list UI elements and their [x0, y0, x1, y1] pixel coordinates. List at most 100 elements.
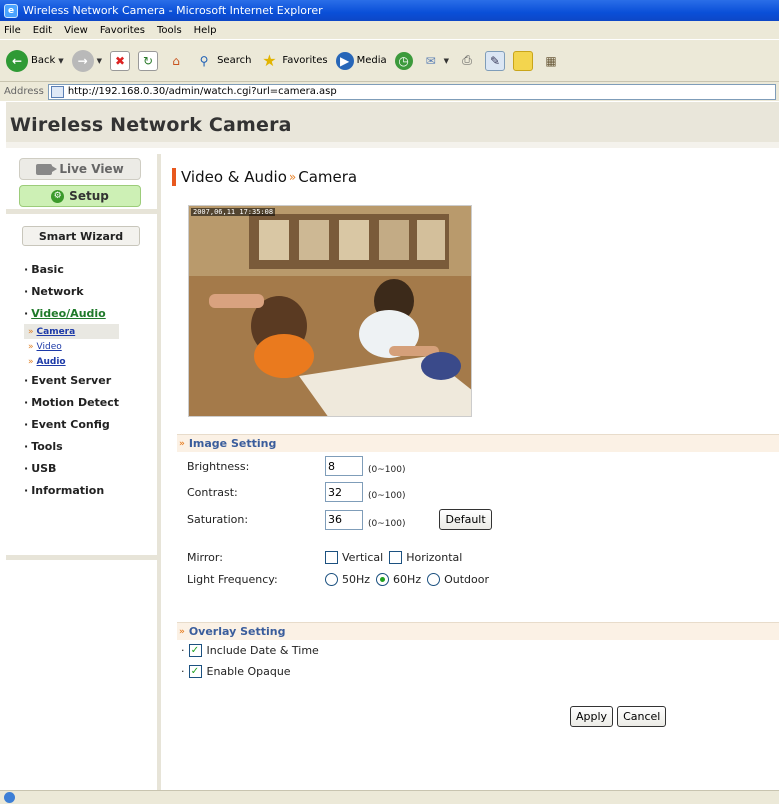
light-50hz-radio[interactable]	[325, 573, 338, 586]
contrast-input[interactable]	[325, 482, 363, 502]
image-setting-section-header: » Image Setting	[177, 434, 779, 452]
history-icon: ◷	[394, 51, 413, 70]
media-button[interactable]: ▶ Media	[335, 51, 387, 70]
enable-opaque-checkbox[interactable]: ✓	[188, 665, 202, 678]
address-bar: Address http://192.168.0.30/admin/watch.…	[0, 81, 779, 101]
sidebar-subitem-audio[interactable]: » Audio	[24, 354, 119, 369]
light-frequency-row: Light Frequency: 50Hz 60Hz Outdoor	[187, 573, 495, 586]
mirror-horizontal-checkbox[interactable]	[389, 551, 403, 564]
saturation-row: Saturation: (0~100) Default	[187, 509, 492, 530]
title-accent-bar	[172, 168, 176, 186]
brightness-input[interactable]	[325, 456, 363, 476]
smart-wizard-button[interactable]: Smart Wizard	[22, 226, 140, 246]
brightness-label: Brightness:	[187, 459, 250, 473]
sidebar-item-network[interactable]: · Network	[24, 280, 157, 302]
home-button[interactable]: ⌂	[166, 51, 186, 71]
search-button[interactable]: ⚲ Search	[194, 51, 252, 71]
messenger-icon: ▦	[545, 53, 557, 68]
refresh-icon: ↻	[138, 50, 159, 71]
menu-help[interactable]: Help	[194, 25, 217, 36]
main-panel: Video & Audio » Camera 2007,06,11 17:35:…	[165, 154, 779, 790]
home-icon: ⌂	[172, 53, 180, 68]
enable-opaque-row: · ✓ Enable Opaque	[181, 665, 291, 678]
brightness-row: Brightness: (0~100)	[187, 456, 405, 476]
page-header: Wireless Network Camera	[6, 102, 779, 148]
apply-button[interactable]: Apply	[570, 706, 614, 727]
mirror-vertical-option[interactable]: Vertical	[325, 551, 383, 564]
address-input[interactable]: http://192.168.0.30/admin/watch.cgi?url=…	[47, 83, 776, 100]
sidebar-subitem-video[interactable]: » Video	[24, 339, 119, 354]
section-arrow-icon: »	[179, 626, 185, 637]
saturation-input[interactable]	[325, 509, 363, 530]
saturation-range: (0~100)	[368, 518, 406, 529]
mail-dropdown-icon[interactable]: ▼	[444, 57, 449, 65]
section-arrow-icon: »	[179, 438, 185, 449]
menu-view[interactable]: View	[64, 25, 88, 36]
breadcrumb-separator-icon: »	[288, 170, 297, 184]
video-camera-icon	[36, 163, 58, 175]
discuss-button[interactable]	[513, 50, 534, 71]
window-title: Wireless Network Camera - Microsoft Inte…	[23, 4, 323, 17]
refresh-button[interactable]: ↻	[138, 50, 159, 71]
sidebar-item-basic[interactable]: · Basic	[24, 258, 157, 280]
forward-button[interactable]: → ▼	[71, 49, 102, 72]
sidebar-divider	[6, 555, 161, 560]
light-outdoor-option[interactable]: Outdoor	[427, 573, 489, 586]
menu-file[interactable]: File	[4, 25, 21, 36]
sidebar-item-information[interactable]: · Information	[24, 479, 157, 501]
page-header-title: Wireless Network Camera	[10, 114, 292, 136]
media-icon: ▶	[335, 51, 354, 70]
sidebar-item-event-config[interactable]: · Event Config	[24, 413, 157, 435]
stop-button[interactable]: ✖	[110, 50, 131, 71]
contrast-row: Contrast: (0~100)	[187, 482, 405, 502]
sidebar-item-usb[interactable]: · USB	[24, 457, 157, 479]
print-icon: ⎙	[462, 53, 472, 67]
messenger-button[interactable]: ▦	[541, 51, 561, 71]
light-outdoor-radio[interactable]	[427, 573, 441, 586]
back-arrow-icon: ←	[6, 49, 28, 72]
include-datetime-checkbox[interactable]: ✓	[188, 644, 202, 657]
mirror-row: Mirror: Vertical Horizontal	[187, 551, 468, 564]
default-button[interactable]: Default	[439, 509, 492, 530]
edit-button[interactable]: ✎	[485, 50, 506, 71]
window-titlebar: e Wireless Network Camera - Microsoft In…	[0, 0, 779, 21]
sidebar-subitem-camera[interactable]: » Camera	[24, 324, 119, 339]
menu-edit[interactable]: Edit	[33, 25, 52, 36]
mirror-vertical-checkbox[interactable]	[325, 551, 338, 564]
page-content: Wireless Network Camera Live View ⚙ Setu…	[6, 102, 779, 790]
enable-opaque-label: Enable Opaque	[206, 665, 291, 678]
search-icon: ⚲	[199, 53, 209, 68]
mail-button[interactable]: ✉ ▼	[421, 51, 449, 71]
setup-button[interactable]: ⚙ Setup	[19, 185, 141, 207]
address-label: Address	[4, 86, 44, 97]
live-view-button[interactable]: Live View	[19, 158, 141, 180]
include-datetime-row: · ✓ Include Date & Time	[181, 644, 319, 657]
sidebar-item-event-server[interactable]: · Event Server	[24, 369, 157, 391]
ie-icon: e	[4, 3, 18, 18]
sidebar-nav: · Basic · Network · Video/Audio » Camera » Vi…	[24, 258, 157, 501]
light-frequency-label: Light Frequency:	[187, 573, 278, 586]
sidebar-item-tools[interactable]: · Tools	[24, 435, 157, 457]
cancel-button[interactable]: Cancel	[617, 706, 667, 727]
print-button[interactable]: ⎙	[457, 51, 477, 71]
menu-tools[interactable]: Tools	[157, 25, 182, 36]
sidebar-item-video-audio[interactable]: · Video/Audio	[24, 302, 157, 324]
overlay-setting-section-header: » Overlay Setting	[177, 622, 779, 640]
history-button[interactable]: ◷	[394, 51, 413, 70]
edit-icon: ✎	[485, 50, 506, 71]
sidebar-item-motion-detect[interactable]: · Motion Detect	[24, 391, 157, 413]
mirror-horizontal-option[interactable]: Horizontal	[389, 551, 462, 564]
back-dropdown-icon[interactable]: ▼	[58, 57, 63, 65]
forward-dropdown-icon[interactable]: ▼	[97, 57, 102, 65]
light-60hz-option[interactable]: 60Hz	[376, 573, 421, 586]
star-icon: ★	[262, 51, 277, 70]
light-60hz-radio[interactable]	[376, 573, 390, 586]
browser-status-bar	[0, 790, 779, 804]
light-50hz-option[interactable]: 50Hz	[325, 573, 370, 586]
favorites-button[interactable]: ★ Favorites	[259, 51, 327, 71]
mail-icon: ✉	[425, 53, 436, 68]
menu-favorites[interactable]: Favorites	[100, 25, 145, 36]
back-button[interactable]: ← Back ▼	[6, 49, 64, 72]
sidebar: Live View ⚙ Setup Smart Wizard · Basic · N…	[6, 154, 161, 790]
saturation-label: Saturation:	[187, 513, 249, 526]
